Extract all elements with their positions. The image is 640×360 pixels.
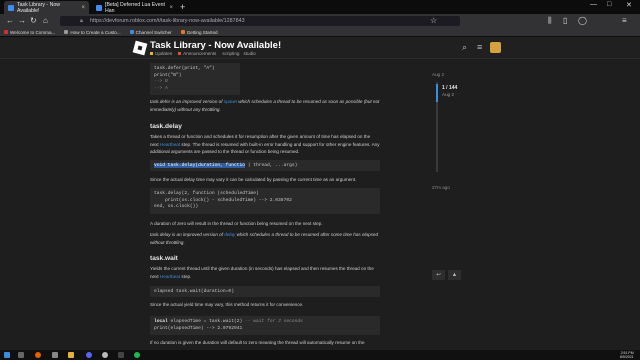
bookmark-favicon-icon (180, 30, 185, 34)
close-icon[interactable]: × (81, 5, 85, 11)
url-text: https://devforum.roblox.com/t/task-libra… (90, 18, 245, 24)
delay-signature: void task.delay(duration, functio | thre… (150, 160, 380, 171)
roblox-studio-icon[interactable] (102, 352, 108, 358)
roblox-logo-icon[interactable] (132, 40, 148, 56)
tag-scripting[interactable]: scripting (222, 51, 239, 56)
bookmark-star-icon[interactable]: ☆ (430, 16, 437, 26)
timeline-position-date: Aug 2 (442, 92, 455, 97)
tab-label: [Beta] Deferred Lua Event Han (105, 1, 165, 14)
app-icon[interactable] (118, 352, 124, 358)
back-arrow-icon[interactable]: ← (6, 16, 14, 26)
breadcrumb: Updates Announcements scripting studio (150, 51, 256, 56)
avatar[interactable] (490, 42, 501, 53)
roblox-favicon-icon (8, 4, 14, 11)
topic-title[interactable]: Task Library - Now Available! (150, 40, 281, 51)
search-icon[interactable]: ⌕ (462, 42, 467, 53)
close-icon[interactable]: × (169, 5, 173, 11)
navigation-toolbar: ← → ↻ ⌂ 🔒︎ https://devforum.roblox.com/t… (0, 14, 640, 28)
wait-description: Yields the current thread until the give… (150, 266, 374, 279)
bookmarks-bar: Welcome to Comma... How to Create a Cust… (0, 28, 640, 37)
account-icon[interactable]: ◯ (578, 16, 587, 26)
defer-note: task.defer is an improved version of spa… (150, 99, 380, 112)
windows-taskbar: 2:51 PM 8/5/2021 (0, 350, 640, 360)
new-tab-button[interactable]: + (180, 2, 185, 12)
topic-timeline: Aug 2 1 / 144 Aug 2 27m ago ↩ ▲ (432, 72, 492, 280)
wait-actual-note: Since the actual yield time may vary, th… (150, 302, 304, 307)
forum-header: Task Library - Now Available! Updates An… (0, 37, 640, 59)
delay-improved-note: task.delay is an improved version of del… (150, 232, 379, 245)
bookmark-icon: ▲ (451, 272, 458, 278)
close-window-button[interactable]: ✕ (626, 1, 632, 9)
heartbeat-link[interactable]: Heartbeat (160, 274, 180, 279)
tab-task-library[interactable]: Task Library - Now Available! × (4, 1, 89, 14)
timeline-handle[interactable] (436, 84, 438, 103)
bookmark-favicon-icon (129, 30, 134, 34)
bookmark-item[interactable]: Channel Switcher (129, 30, 172, 35)
bookmark-button[interactable]: ▲ (448, 270, 461, 280)
timeline-start-date[interactable]: Aug 2 (432, 72, 444, 77)
tab-label: Task Library - Now Available! (17, 1, 60, 14)
roblox-favicon-icon (96, 4, 102, 11)
bookmark-favicon-icon (4, 30, 8, 34)
timeline-position: 1 / 144 (442, 85, 458, 91)
library-icon[interactable]: ⫼ (548, 16, 552, 26)
category-updates[interactable]: Updates (155, 51, 172, 56)
post-content: task.defer(print, "A") print("B") --> B … (150, 60, 380, 350)
category-color-icon (150, 52, 153, 55)
delay-zero-note: A duration of zero will result in the th… (150, 221, 323, 226)
minimize-button[interactable]: — (590, 1, 597, 8)
tag-studio[interactable]: studio (243, 51, 255, 56)
start-icon[interactable] (4, 352, 10, 358)
code-block-wait: local elapsedTime = task.wait(2) -- wait… (150, 316, 380, 335)
delay-link[interactable]: delay (224, 232, 235, 237)
reply-arrow-icon: ↩ (436, 272, 441, 278)
file-explorer-icon[interactable] (68, 352, 74, 358)
browser-tab-bar: Task Library - Now Available! × [Beta] D… (0, 0, 640, 14)
firefox-icon[interactable] (35, 352, 41, 358)
bookmark-item[interactable]: Getting Started (180, 30, 218, 35)
reply-button[interactable]: ↩ (432, 270, 445, 280)
category-color-icon (178, 52, 182, 55)
sidebar-icon[interactable]: ▯ (563, 16, 567, 26)
menu-icon[interactable]: ≡ (622, 16, 627, 26)
maximize-button[interactable]: □ (607, 1, 611, 8)
system-clock[interactable]: 2:51 PM 8/5/2021 (620, 351, 634, 359)
bookmark-item[interactable]: Welcome to Comma... (4, 30, 55, 35)
tab-deferred-lua[interactable]: [Beta] Deferred Lua Event Han × (92, 1, 177, 14)
spawn-link[interactable]: spawn (224, 99, 237, 104)
app-icon[interactable] (52, 352, 58, 358)
hamburger-menu-icon[interactable]: ≡ (477, 42, 482, 52)
wait-signature: elapsed task.wait(duration=0) (150, 286, 380, 297)
forward-arrow-icon[interactable]: → (18, 16, 26, 26)
delay-description: Takes a thread or function and schedules… (150, 134, 380, 155)
reload-icon[interactable]: ↻ (30, 16, 37, 26)
search-icon[interactable] (18, 352, 24, 358)
timeline-last-activity[interactable]: 27m ago (432, 185, 450, 190)
code-block-defer: task.defer(print, "A") print("B") --> B … (150, 63, 240, 95)
code-block-delay: task.delay(2, function (scheduledTime) p… (150, 188, 380, 214)
address-bar[interactable]: 🔒︎ https://devforum.roblox.com/t/task-li… (60, 16, 460, 26)
category-announcements[interactable]: Announcements (183, 51, 216, 56)
delay-actual-note: Since the actual delay time may vary it … (150, 177, 357, 182)
spotify-icon[interactable] (134, 352, 140, 358)
heading-task-wait: task.wait (150, 255, 178, 262)
heartbeat-link[interactable]: Heartbeat (160, 142, 180, 147)
lock-icon: 🔒︎ (80, 18, 83, 24)
bookmark-favicon-icon (64, 30, 69, 34)
bookmark-item[interactable]: How to Create a Custo... (64, 30, 121, 35)
heading-task-delay: task.delay (150, 123, 182, 130)
home-icon[interactable]: ⌂ (43, 16, 48, 26)
discord-icon[interactable] (86, 352, 92, 358)
wait-zero-note: If no duration is given the duration wil… (150, 340, 365, 345)
